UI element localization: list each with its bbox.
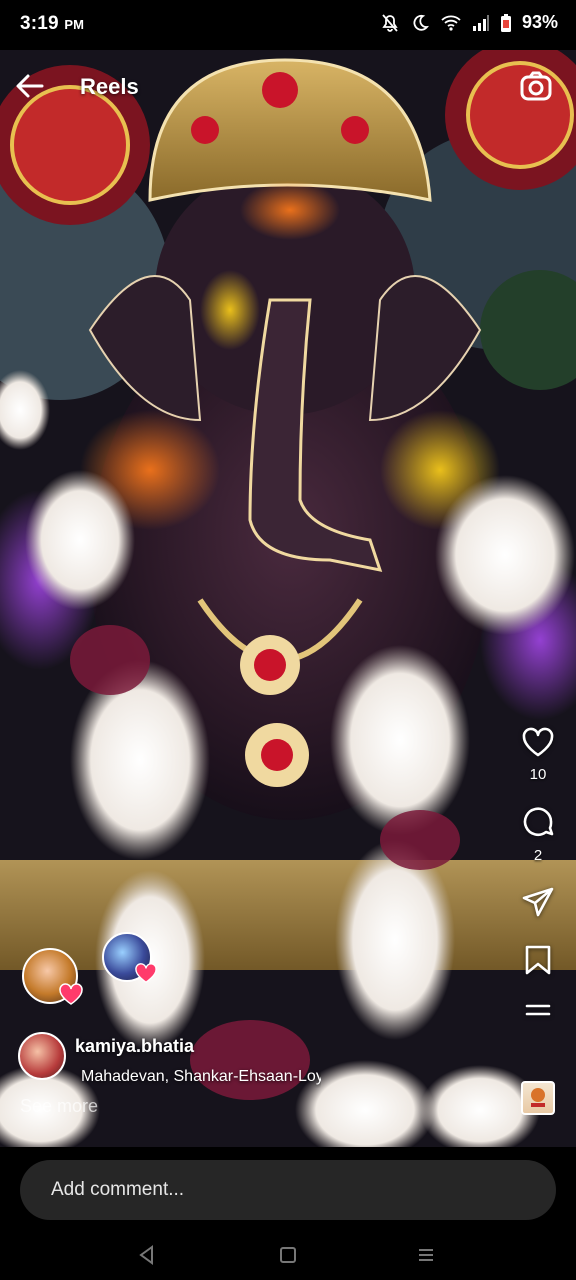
- save-button[interactable]: [523, 944, 553, 976]
- liked-by-avatars[interactable]: [22, 932, 182, 1008]
- nav-back-icon[interactable]: [134, 1242, 160, 1268]
- action-column: 10 2: [518, 726, 558, 1026]
- status-bar: 3:19 PM 93%: [0, 0, 576, 50]
- battery-icon: [500, 13, 511, 32]
- audio-track[interactable]: Mahadevan, Shankar-Ehsaan-Loy: [75, 1066, 321, 1088]
- author-avatar[interactable]: [18, 1032, 66, 1080]
- send-icon: [522, 887, 554, 917]
- page-title: Reels: [80, 74, 139, 99]
- reels-header: Reels: [0, 60, 576, 112]
- comment-icon: [523, 807, 554, 837]
- like-button[interactable]: 10: [521, 726, 555, 783]
- nav-recents-icon[interactable]: [413, 1242, 439, 1268]
- audio-thumbnail[interactable]: [521, 1081, 555, 1115]
- heart-badge-icon: [59, 983, 83, 1005]
- audio-track-name: Mahadevan, Shankar-Ehsaan-Loy: [81, 1068, 321, 1085]
- status-time: 3:19 PM: [20, 13, 84, 35]
- author-username[interactable]: kamiya.bhatia: [75, 1036, 194, 1057]
- status-icons: 93%: [380, 12, 558, 33]
- bookmark-icon: [525, 945, 551, 975]
- moon-icon: [413, 14, 429, 31]
- add-comment-input[interactable]: Add comment...: [20, 1160, 556, 1220]
- battery-percent: 93%: [521, 12, 558, 32]
- more-lines-icon: [525, 1004, 551, 1016]
- audio-cover-icon: [531, 1088, 545, 1107]
- status-time-value: 3:19: [20, 13, 59, 34]
- signal-icon: [472, 14, 489, 31]
- back-arrow-icon[interactable]: [12, 68, 48, 104]
- see-more-link[interactable]: See more: [20, 1096, 98, 1117]
- mute-icon: [382, 13, 398, 32]
- camera-icon[interactable]: [518, 68, 554, 104]
- reel-video[interactable]: Reels 10 2 kamiya.bhatia Mahadevan, Shan…: [0, 50, 576, 1147]
- comment-count: 2: [533, 847, 543, 864]
- share-button[interactable]: [521, 886, 555, 918]
- comment-button[interactable]: 2: [521, 805, 555, 864]
- status-time-ampm: PM: [64, 17, 85, 32]
- author-row[interactable]: [18, 1032, 66, 1080]
- more-options-button[interactable]: [523, 1002, 553, 1026]
- nav-home-icon[interactable]: [275, 1242, 301, 1268]
- like-count: 10: [529, 766, 547, 783]
- heart-icon: [522, 727, 554, 757]
- heart-badge-icon-2: [135, 963, 157, 983]
- comment-bar: Add comment...: [0, 1147, 576, 1230]
- system-nav-bar: [0, 1230, 576, 1280]
- wifi-icon: [441, 15, 461, 31]
